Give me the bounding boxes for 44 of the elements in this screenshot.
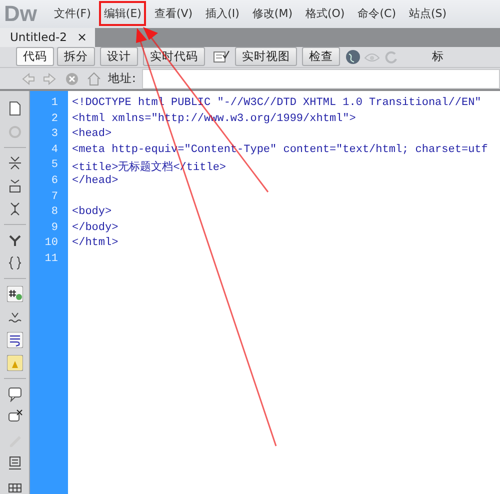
view-button[interactable]: 代码: [16, 47, 54, 66]
code-line: </head>: [72, 174, 120, 189]
menu-item[interactable]: 命令(C): [352, 1, 401, 26]
menu-item[interactable]: 格式(O): [300, 1, 350, 26]
line-numbers-icon[interactable]: [6, 286, 22, 302]
document-icon[interactable]: [6, 101, 22, 117]
line-number: 2: [50, 112, 59, 127]
line-number: 9: [50, 222, 59, 236]
comment-icon[interactable]: [6, 386, 22, 402]
menu-item[interactable]: 查看(V): [149, 1, 198, 26]
indent-icon[interactable]: [6, 455, 22, 471]
line-number: 11: [44, 252, 59, 267]
word-wrap-icon[interactable]: [6, 332, 22, 348]
braces-icon[interactable]: [6, 255, 22, 271]
address-field[interactable]: [142, 68, 500, 89]
app-logo: Dw: [4, 0, 37, 27]
menu-item[interactable]: 文件(F): [49, 1, 96, 26]
code-line: </body>: [72, 222, 120, 236]
view-button[interactable]: 拆分: [57, 47, 95, 66]
collapse-selection-icon[interactable]: [6, 178, 22, 194]
view-button[interactable]: 设计: [100, 47, 138, 66]
code-line: </html>: [72, 237, 120, 252]
line-number: 10: [44, 237, 59, 252]
code-line: <head>: [72, 128, 113, 142]
menu-item[interactable]: 编辑(E): [98, 1, 146, 26]
address-label: 地址:: [108, 71, 136, 86]
line-number: 8: [50, 206, 59, 220]
code-line: <body>: [72, 206, 113, 220]
line-number: 5: [50, 159, 59, 174]
line-number: 1: [50, 97, 59, 111]
toolbar-label: 标: [432, 49, 444, 64]
view-button[interactable]: 实时视图: [235, 47, 297, 66]
menu-item[interactable]: 插入(I): [200, 1, 244, 26]
collapse-tag-icon[interactable]: [6, 155, 22, 171]
close-button[interactable]: ×: [76, 30, 88, 44]
document-tab[interactable]: Untitled-2 ×: [0, 28, 96, 47]
view-button[interactable]: 检查: [302, 47, 340, 66]
tab-title: Untitled-2: [10, 30, 67, 44]
menu-item[interactable]: 站点(S): [404, 1, 452, 26]
line-number: 6: [50, 174, 59, 189]
line-number: 3: [50, 128, 59, 142]
menu-item[interactable]: 修改(M): [247, 1, 298, 26]
line-number: 7: [50, 190, 59, 205]
line-number: 4: [50, 144, 59, 158]
